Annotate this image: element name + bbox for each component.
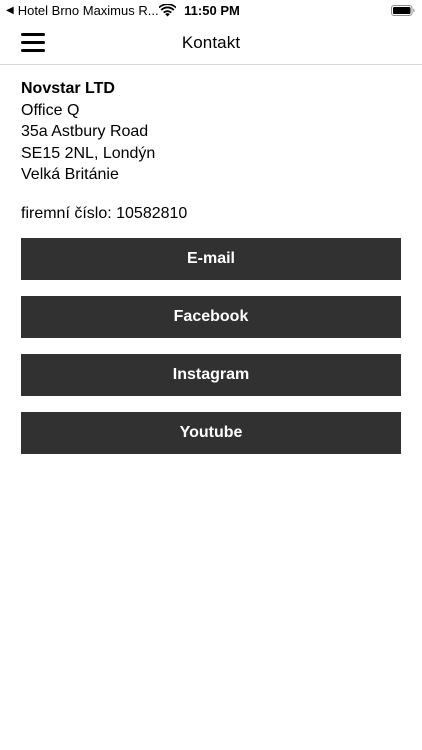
page-title: Kontakt — [181, 33, 241, 52]
email-button[interactable]: E-mail — [21, 238, 401, 280]
youtube-button[interactable]: Youtube — [21, 412, 401, 454]
address-line: Velká Británie — [21, 166, 119, 183]
status-time: 11:50 PM — [184, 3, 240, 18]
company-address: Novstar LTD Office Q 35a Astbury Road SE… — [21, 78, 401, 186]
facebook-button[interactable]: Facebook — [21, 296, 401, 338]
address-line: SE15 2NL, Londýn — [21, 144, 156, 162]
battery-icon — [391, 5, 415, 16]
company-name: Novstar LTD — [21, 80, 115, 97]
company-id: firemní číslo: 10582810 — [21, 204, 188, 222]
address-line: Office Q — [21, 101, 80, 119]
address-line: 35a Astbury Road — [21, 123, 149, 140]
contact-links: E-mail Facebook Instagram Youtube — [21, 238, 401, 470]
contact-info: Novstar LTD Office Q 35a Astbury Road SE… — [21, 78, 401, 224]
navigation-bar: Kontakt — [0, 22, 422, 65]
instagram-button[interactable]: Instagram — [21, 354, 401, 396]
status-bar: ◀ Hotel Brno Maximus R... 11:50 PM — [0, 0, 422, 22]
